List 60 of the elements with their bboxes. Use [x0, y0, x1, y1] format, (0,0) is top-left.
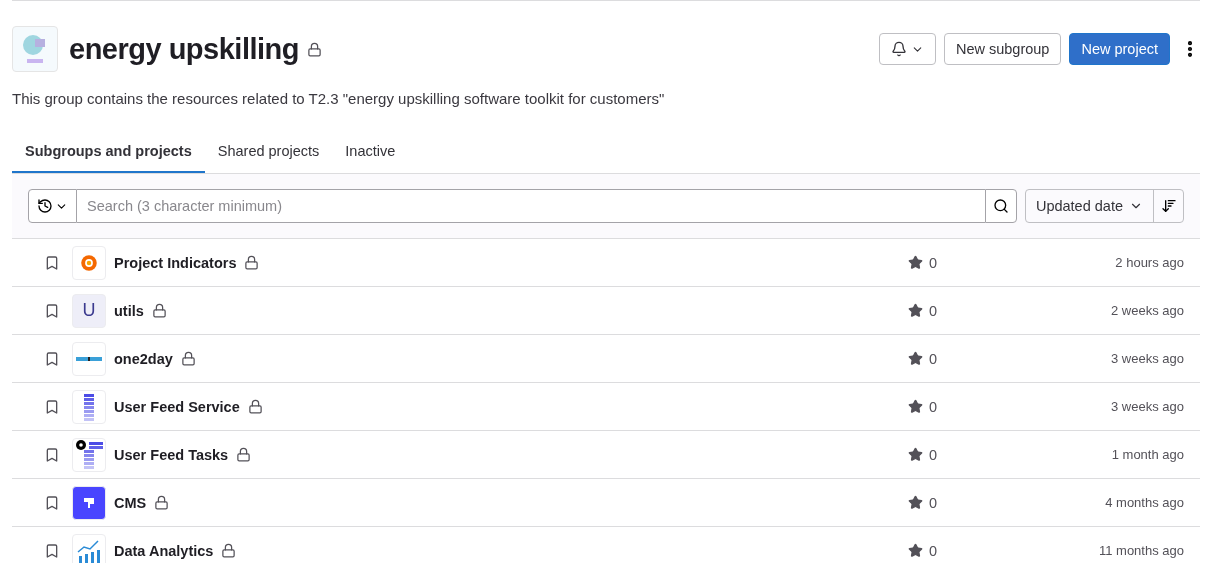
history-dropdown[interactable] [28, 189, 77, 223]
project-icon [44, 494, 60, 511]
new-project-button[interactable]: New project [1069, 33, 1170, 65]
star-count: 0 [929, 254, 938, 271]
project-row[interactable]: Project Indicators 0 2 hours ago [12, 239, 1200, 287]
star-count: 0 [929, 446, 938, 463]
project-row[interactable]: User Feed Service 0 3 weeks ago [12, 383, 1200, 431]
project-avatar: U [72, 293, 106, 328]
wordmark-logo-icon [76, 356, 102, 361]
project-row[interactable]: one2day 0 3 weeks ago [12, 335, 1200, 383]
project-name[interactable]: utils [114, 302, 144, 319]
bell-icon [890, 41, 907, 57]
new-subgroup-button[interactable]: New subgroup [943, 33, 1062, 65]
star-icon [908, 495, 923, 510]
search-field[interactable]: Search (3 character minimum) [77, 189, 985, 223]
tab[interactable]: Subgroups and projects [12, 130, 205, 173]
updated-time: 11 months ago [1098, 543, 1184, 558]
project-row[interactable]: Data Analytics 0 11 months ago [12, 527, 1200, 563]
project-name[interactable]: User Feed Service [114, 398, 240, 415]
project-icon [44, 542, 60, 559]
project-row[interactable]: U utils 0 2 weeks ago [12, 287, 1200, 335]
search-button[interactable] [984, 189, 1017, 223]
history-icon [37, 198, 53, 214]
spiral-logo-icon [79, 252, 99, 273]
project-name[interactable]: one2day [114, 350, 173, 367]
project-name[interactable]: User Feed Tasks [114, 446, 229, 463]
updated-time: 3 weeks ago [1111, 399, 1184, 414]
group-title: energy upskilling [69, 32, 299, 66]
star-icon [908, 351, 923, 366]
project-row[interactable]: User Feed Tasks 0 1 month ago [12, 431, 1200, 479]
project-name[interactable]: CMS [114, 494, 147, 511]
tab[interactable]: Inactive [332, 130, 409, 173]
star-icon [908, 447, 923, 462]
group-description: This group contains the resources related to T2.3 "energy upskilling software toolkit for customers" [12, 90, 666, 107]
project-icon [44, 446, 60, 463]
star-icon [908, 303, 923, 318]
project-icon [44, 398, 60, 415]
star-count: 0 [929, 542, 938, 559]
tab[interactable]: Shared projects [204, 130, 333, 173]
project-icon [44, 350, 60, 367]
updated-time: 2 hours ago [1115, 255, 1184, 270]
star-count: 0 [929, 302, 938, 319]
project-icon [44, 302, 60, 319]
project-name[interactable]: Project Indicators [114, 254, 237, 271]
sort-descending-icon [1160, 198, 1177, 214]
updated-time: 1 month ago [1111, 447, 1184, 462]
star-count: 0 [929, 398, 938, 415]
star-count: 0 [929, 494, 938, 511]
star-icon [908, 255, 923, 270]
star-icon [908, 543, 923, 558]
updated-time: 4 months ago [1105, 495, 1184, 510]
updated-time: 3 weeks ago [1111, 351, 1184, 366]
star-icon [908, 399, 923, 414]
project-row[interactable]: CMS 0 4 months ago [12, 479, 1200, 527]
notification-button[interactable] [878, 33, 936, 65]
project-icon [44, 254, 60, 271]
updated-time: 2 weeks ago [1111, 303, 1184, 318]
search-icon [992, 198, 1009, 214]
project-name[interactable]: Data Analytics [114, 542, 214, 559]
star-count: 0 [929, 350, 938, 367]
